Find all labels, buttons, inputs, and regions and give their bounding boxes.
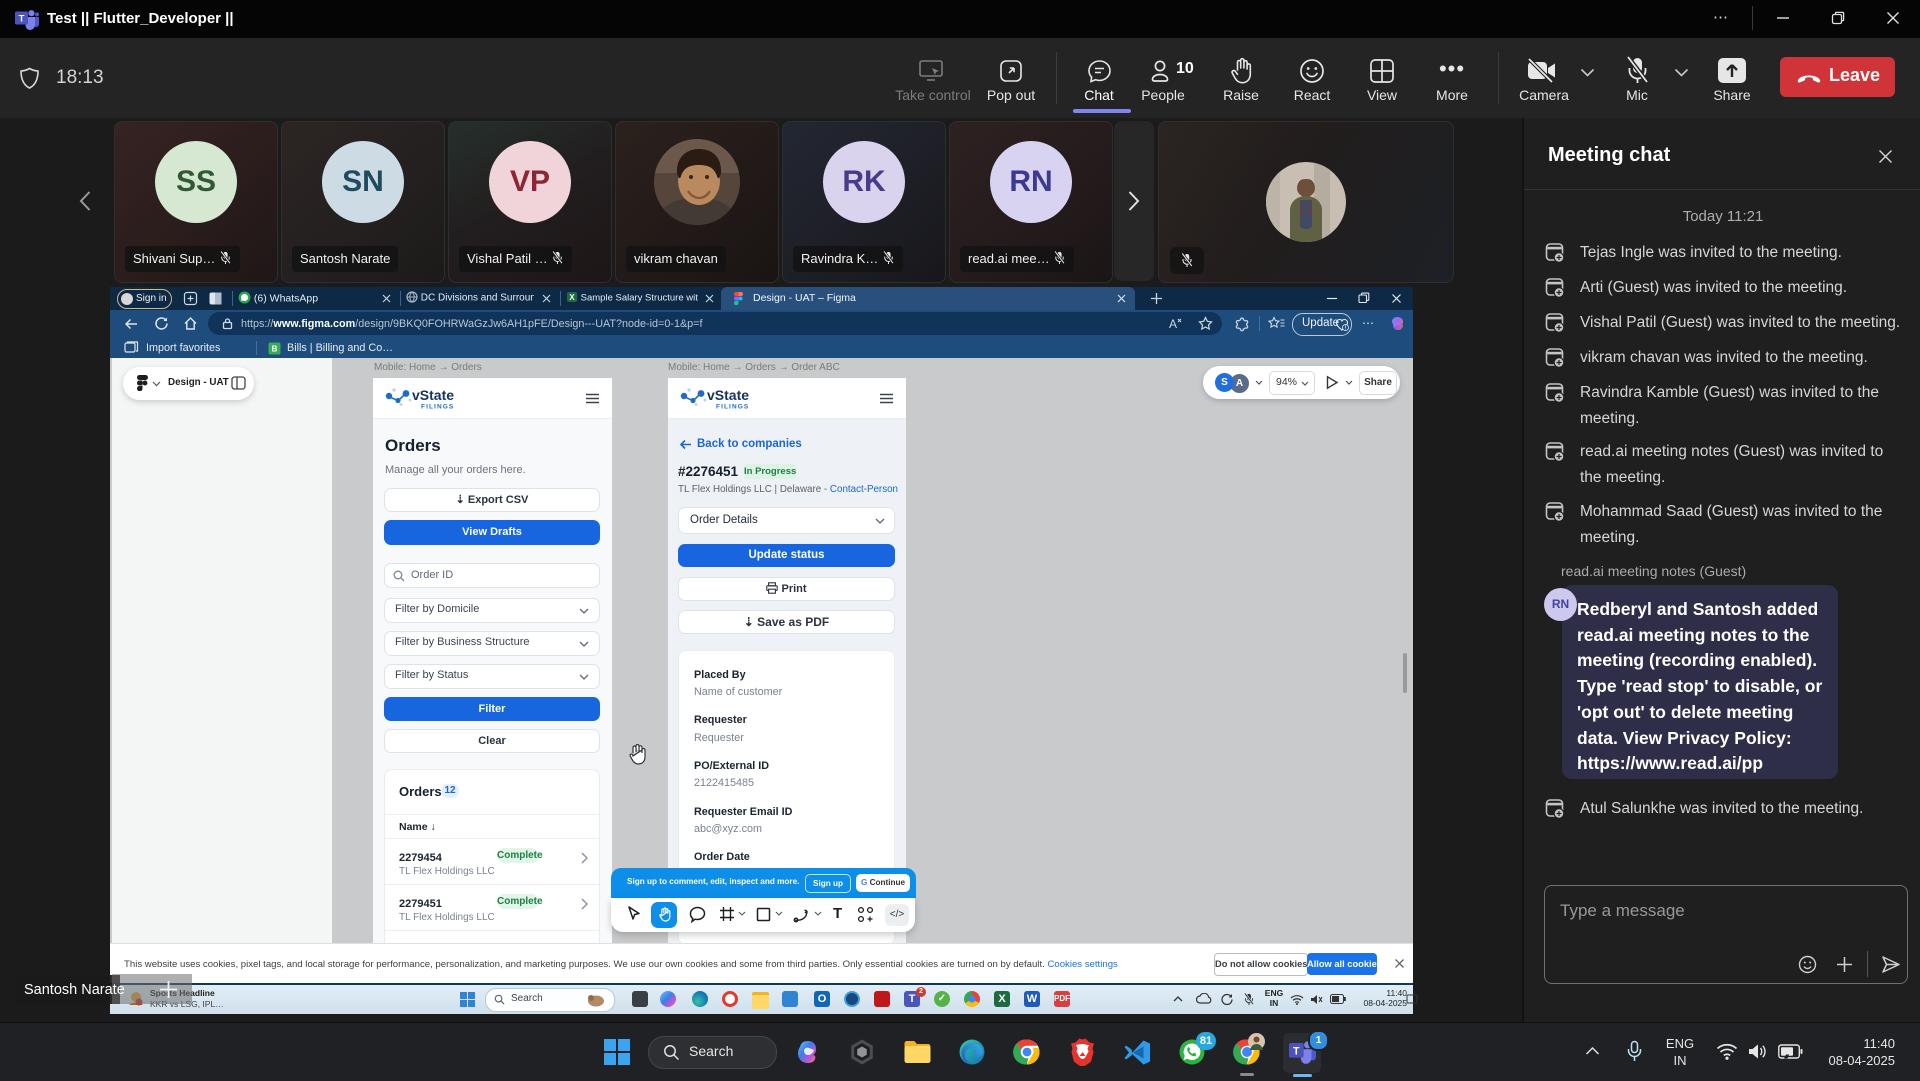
- svg-text:T: T: [19, 14, 25, 25]
- svg-text:vState: vState: [412, 387, 454, 403]
- svg-text:vState: vState: [707, 387, 749, 403]
- svg-text:!: !: [1345, 325, 1347, 330]
- svg-text:X: X: [569, 293, 575, 302]
- svg-text:FILINGS: FILINGS: [421, 404, 454, 411]
- svg-text:FILINGS: FILINGS: [716, 404, 749, 411]
- svg-text:A: A: [1169, 317, 1177, 331]
- svg-text:T: T: [1293, 1045, 1300, 1057]
- svg-text:B: B: [272, 344, 278, 353]
